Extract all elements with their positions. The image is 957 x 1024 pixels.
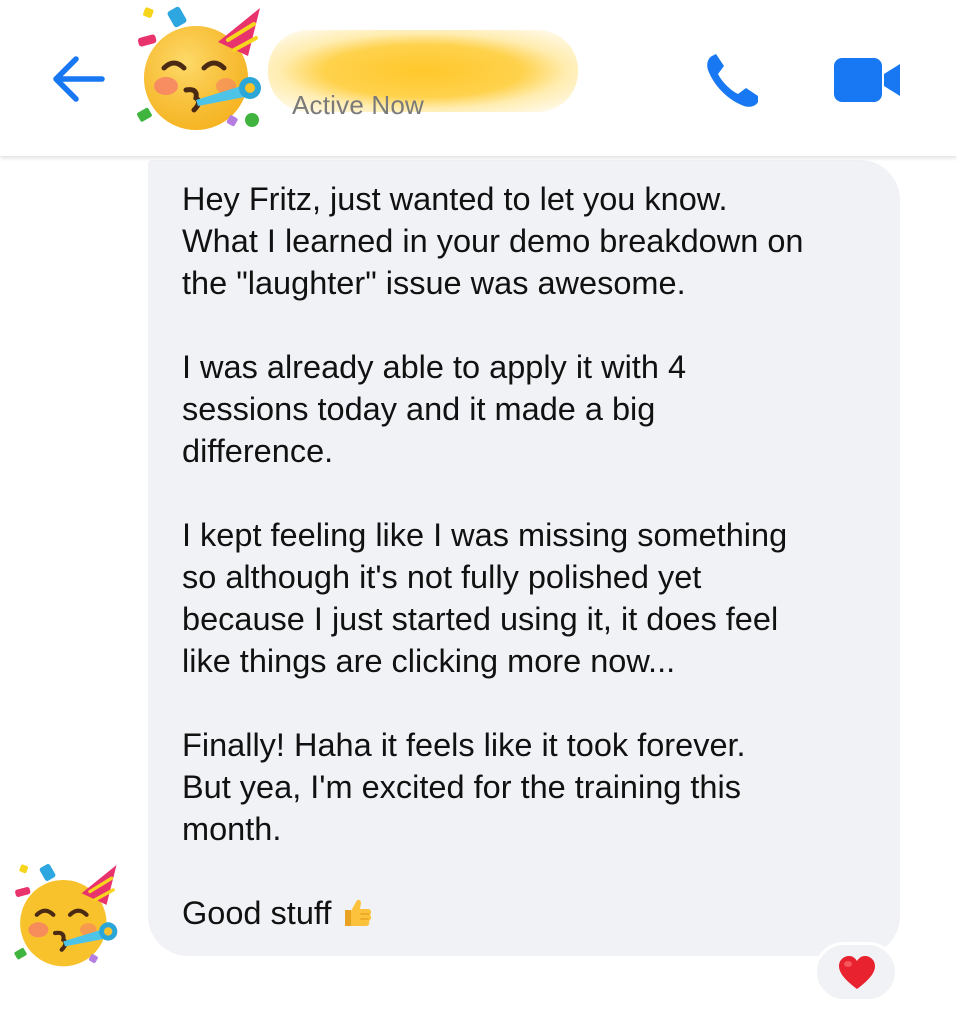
chat-header: Active Now	[0, 0, 957, 156]
sender-avatar[interactable]	[10, 860, 120, 968]
video-call-button[interactable]	[832, 54, 902, 106]
message-bubble[interactable]: Hey Fritz, just wanted to let you know. …	[148, 160, 900, 956]
thumbs-up-emoji-icon	[345, 899, 372, 926]
voice-call-button[interactable]	[700, 50, 764, 110]
arrow-left-icon	[53, 56, 105, 102]
back-button[interactable]	[46, 50, 110, 108]
red-heart-emoji-icon	[839, 956, 875, 989]
partying-face-emoji-icon	[137, 6, 261, 130]
partying-face-emoji-icon	[14, 863, 118, 967]
phone-icon	[707, 54, 758, 107]
video-camera-icon	[834, 58, 900, 102]
message-text: Hey Fritz, just wanted to let you know. …	[182, 178, 876, 934]
active-status: Active Now	[292, 90, 425, 120]
contact-avatar[interactable]	[132, 2, 264, 132]
heart-reaction-badge[interactable]	[814, 942, 898, 1002]
message-body: Hey Fritz, just wanted to let you know. …	[182, 181, 804, 931]
